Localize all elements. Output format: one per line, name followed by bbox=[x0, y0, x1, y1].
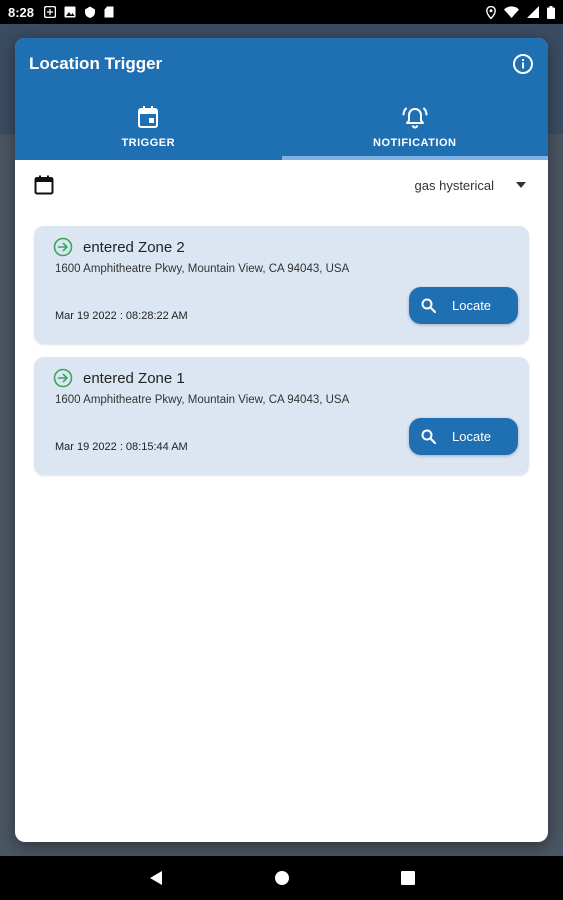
card-timestamp: Mar 19 2022 : 08:15:44 AM bbox=[55, 441, 188, 453]
tab-trigger-label: TRIGGER bbox=[121, 136, 176, 149]
signal-icon bbox=[527, 6, 539, 18]
filter-row: gas hysterical bbox=[15, 160, 548, 210]
device-dropdown-value: gas hysterical bbox=[414, 177, 494, 193]
calendar-icon bbox=[34, 175, 54, 195]
back-icon bbox=[149, 871, 162, 885]
tab-notification-label: NOTIFICATION bbox=[373, 136, 457, 149]
notification-card: entered Zone 2 1600 Amphitheatre Pkwy, M… bbox=[34, 226, 529, 344]
info-icon bbox=[513, 53, 533, 74]
search-icon bbox=[421, 298, 436, 313]
image-icon bbox=[64, 6, 76, 18]
location-icon bbox=[486, 5, 496, 19]
calendar-icon bbox=[138, 105, 159, 128]
search-icon bbox=[421, 429, 436, 444]
status-left-icons bbox=[44, 6, 114, 18]
home-button[interactable] bbox=[271, 867, 293, 889]
battery-icon bbox=[547, 5, 555, 19]
card-title-row: entered Zone 1 bbox=[53, 368, 185, 388]
enter-zone-icon bbox=[53, 368, 73, 388]
tab-selected-indicator bbox=[281, 156, 548, 160]
wifi-icon bbox=[504, 6, 519, 18]
status-right-icons bbox=[486, 5, 555, 19]
locate-button-label: Locate bbox=[452, 298, 492, 313]
location-trigger-dialog: Location Trigger TRIGGER NOTIFICATION ga… bbox=[15, 38, 548, 842]
tab-notification[interactable]: NOTIFICATION bbox=[282, 89, 549, 160]
bell-alarm-icon bbox=[402, 107, 428, 129]
card-title: entered Zone 2 bbox=[83, 238, 185, 256]
notification-icon bbox=[44, 6, 57, 18]
status-time: 8:28 bbox=[8, 4, 35, 20]
shield-icon bbox=[85, 6, 96, 18]
recents-icon bbox=[400, 871, 415, 885]
dialog-header: Location Trigger bbox=[15, 38, 548, 89]
card-title-row: entered Zone 2 bbox=[53, 237, 185, 257]
tab-bar: TRIGGER NOTIFICATION bbox=[15, 89, 548, 160]
status-bar: 8:28 bbox=[0, 0, 563, 24]
sd-card-icon bbox=[104, 6, 114, 18]
dropdown-arrow-icon bbox=[516, 182, 526, 188]
device-dropdown[interactable]: gas hysterical bbox=[415, 178, 530, 193]
recents-button[interactable] bbox=[397, 867, 419, 889]
info-button[interactable] bbox=[512, 53, 534, 75]
card-address: 1600 Amphitheatre Pkwy, Mountain View, C… bbox=[55, 394, 350, 406]
card-address: 1600 Amphitheatre Pkwy, Mountain View, C… bbox=[55, 263, 350, 275]
card-title: entered Zone 1 bbox=[83, 369, 185, 387]
notification-list: entered Zone 2 1600 Amphitheatre Pkwy, M… bbox=[15, 210, 548, 475]
locate-button[interactable]: Locate bbox=[409, 418, 518, 455]
home-icon bbox=[274, 871, 289, 885]
tab-trigger[interactable]: TRIGGER bbox=[15, 89, 282, 160]
system-nav-bar bbox=[0, 856, 563, 900]
locate-button-label: Locate bbox=[452, 429, 492, 444]
dialog-title: Location Trigger bbox=[29, 53, 163, 73]
locate-button[interactable]: Locate bbox=[409, 287, 518, 324]
back-button[interactable] bbox=[145, 867, 167, 889]
card-timestamp: Mar 19 2022 : 08:28:22 AM bbox=[55, 310, 188, 322]
enter-zone-icon bbox=[53, 237, 73, 257]
notification-card: entered Zone 1 1600 Amphitheatre Pkwy, M… bbox=[34, 357, 529, 475]
date-filter-button[interactable] bbox=[33, 174, 55, 196]
